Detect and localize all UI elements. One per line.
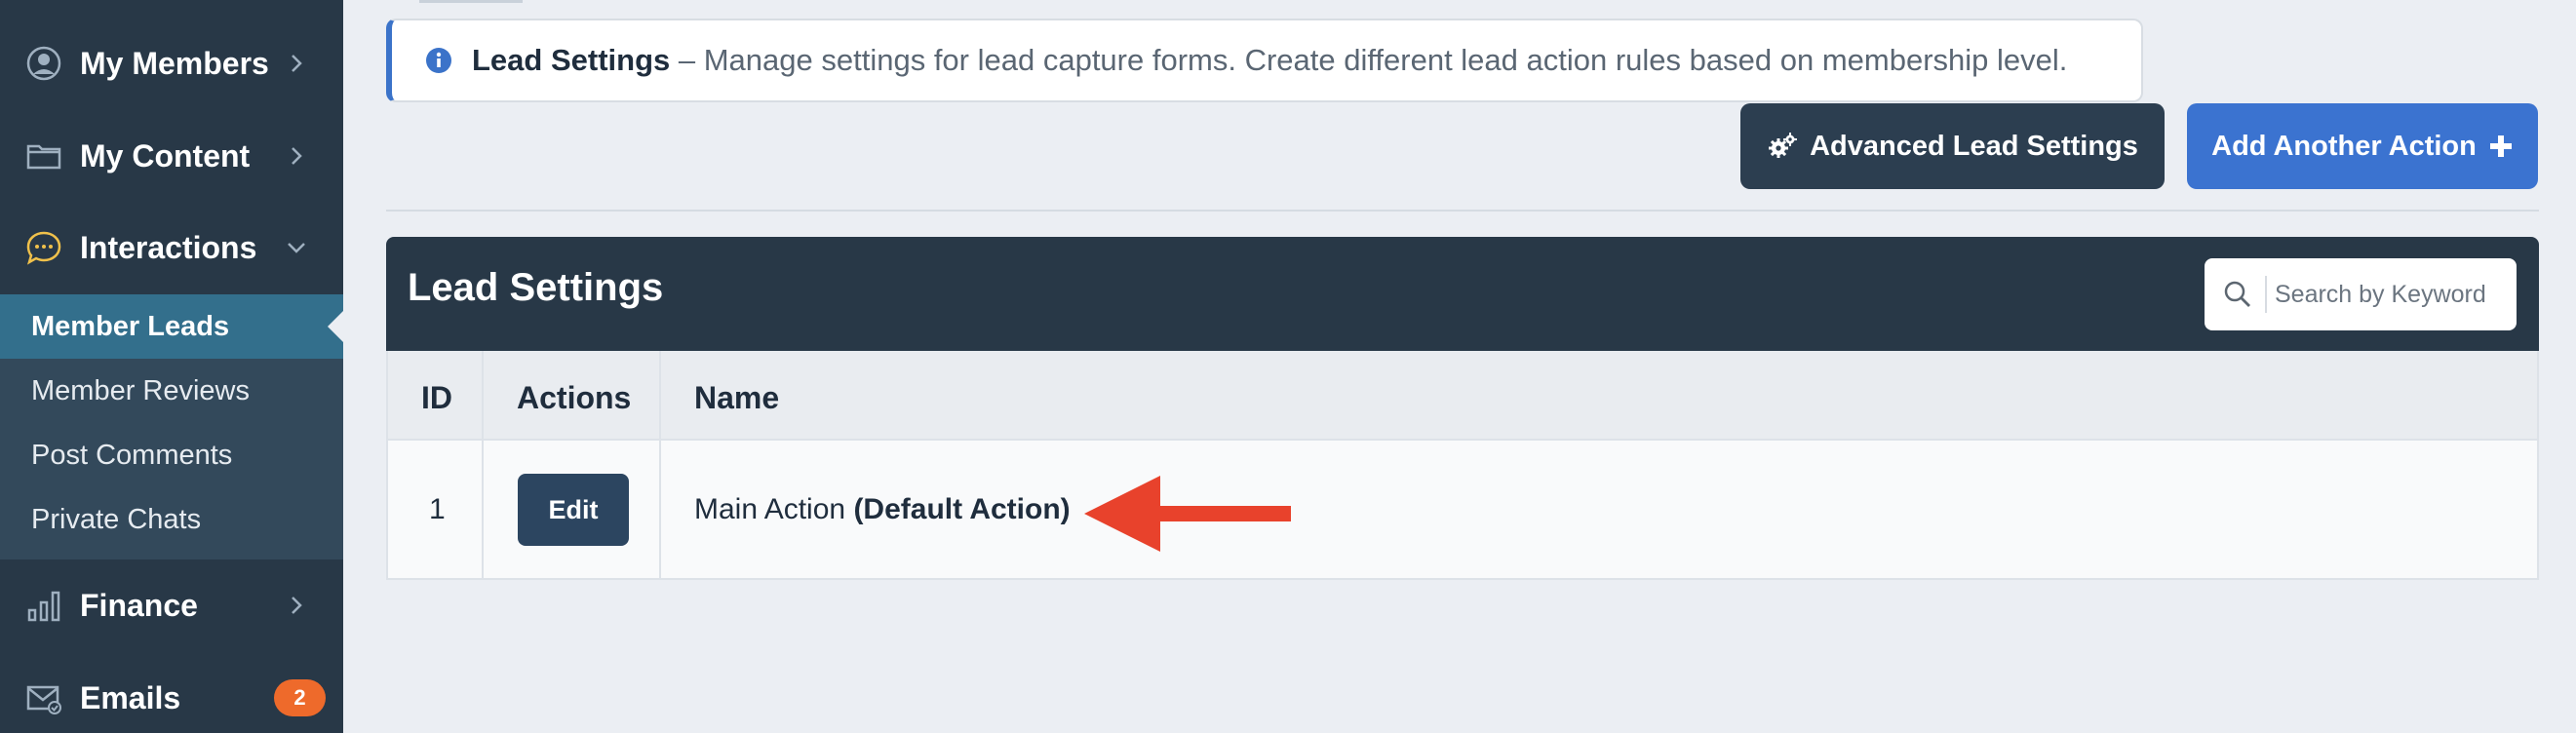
sidebar-item-my-members[interactable]: My Members xyxy=(0,18,343,109)
panel-header: Lead Settings xyxy=(386,237,2539,351)
sidebar: My Members My Content Interactions Membe… xyxy=(0,0,343,733)
edit-button[interactable]: Edit xyxy=(518,474,629,546)
add-another-action-button[interactable]: Add Another Action xyxy=(2187,103,2538,189)
column-separator xyxy=(482,351,484,578)
chevron-right-icon xyxy=(285,594,308,617)
search-input[interactable] xyxy=(2275,270,2507,319)
search-separator xyxy=(2265,276,2267,313)
sidebar-subitem-label: Post Comments xyxy=(31,439,233,471)
top-tab-indicator xyxy=(419,0,523,3)
sidebar-item-my-content[interactable]: My Content xyxy=(0,110,343,202)
interactions-submenu: Member Leads Member Reviews Post Comment… xyxy=(0,294,343,559)
chevron-right-icon xyxy=(285,52,308,75)
lead-settings-table: ID Actions Name 1 Edit Main Action (Defa… xyxy=(386,351,2539,580)
notification-badge: 2 xyxy=(274,679,326,716)
sidebar-item-label: My Content xyxy=(80,137,251,174)
sidebar-item-finance[interactable]: Finance xyxy=(0,559,343,651)
sidebar-subitem-member-reviews[interactable]: Member Reviews xyxy=(0,359,343,423)
user-circle-icon xyxy=(25,45,62,82)
row-id: 1 xyxy=(429,493,446,525)
bar-chart-icon xyxy=(25,587,62,624)
chevron-down-icon xyxy=(285,236,308,259)
folder-icon xyxy=(25,137,62,174)
info-icon xyxy=(425,47,452,74)
table-header-row: ID Actions Name xyxy=(388,351,2537,441)
sidebar-item-label: Finance xyxy=(80,587,198,623)
section-divider xyxy=(386,210,2539,212)
column-header-actions: Actions xyxy=(517,380,632,415)
plus-icon xyxy=(2488,134,2514,159)
sidebar-item-emails[interactable]: Emails 2 xyxy=(0,652,343,733)
table-row: 1 Edit Main Action (Default Action) xyxy=(388,441,2537,578)
column-header-id: ID xyxy=(421,380,452,415)
sidebar-item-label: Emails xyxy=(80,679,181,715)
advanced-lead-settings-label: Advanced Lead Settings xyxy=(1810,130,2138,162)
row-name: Main Action (Default Action) xyxy=(694,493,1071,526)
sidebar-subitem-label: Private Chats xyxy=(31,503,202,535)
sidebar-item-interactions[interactable]: Interactions xyxy=(0,202,343,293)
notice-description: – Manage settings for lead capture forms… xyxy=(670,43,2068,77)
sidebar-subitem-post-comments[interactable]: Post Comments xyxy=(0,423,343,487)
row-name-suffix: (Default Action) xyxy=(853,493,1071,525)
notice-title: Lead Settings xyxy=(472,43,671,77)
advanced-lead-settings-button[interactable]: Advanced Lead Settings xyxy=(1740,103,2165,189)
sidebar-subitem-member-leads[interactable]: Member Leads xyxy=(0,294,343,359)
annotation-arrow-icon xyxy=(1084,476,1291,552)
chat-bubble-icon xyxy=(25,229,62,266)
column-separator xyxy=(659,351,661,578)
row-name-text: Main Action xyxy=(694,493,846,525)
sidebar-subitem-private-chats[interactable]: Private Chats xyxy=(0,487,343,552)
envelope-icon xyxy=(25,679,62,716)
add-another-action-label: Add Another Action xyxy=(2211,130,2477,162)
gears-icon xyxy=(1767,131,1798,162)
chevron-right-icon xyxy=(285,144,308,168)
sidebar-item-label: My Members xyxy=(80,45,269,81)
notice-text: Lead Settings – Manage settings for lead… xyxy=(472,43,2067,78)
sidebar-subitem-label: Member Leads xyxy=(31,310,230,342)
sidebar-item-label: Interactions xyxy=(80,229,257,265)
column-header-name: Name xyxy=(694,380,780,415)
sidebar-subitem-label: Member Reviews xyxy=(31,374,250,406)
search-box[interactable] xyxy=(2205,258,2517,330)
info-notice: Lead Settings – Manage settings for lead… xyxy=(386,19,2143,102)
panel-title: Lead Settings xyxy=(408,266,664,309)
search-icon xyxy=(2222,279,2253,310)
